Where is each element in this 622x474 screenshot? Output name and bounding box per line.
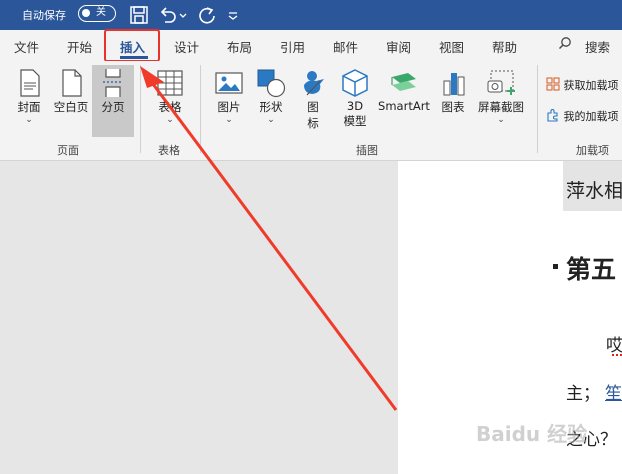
chevron-down-icon: ⌄ [25, 115, 33, 125]
spelling-squiggle [612, 352, 622, 356]
illustrations-group-label: 插图 [356, 144, 378, 157]
undo-icon[interactable] [157, 4, 179, 26]
tab-home[interactable]: 开始 [67, 37, 92, 56]
smartart-label: SmartArt [378, 99, 430, 113]
addins-group-label: 加载项 [576, 144, 609, 157]
tab-references[interactable]: 引用 [280, 37, 305, 56]
cover-page-label: 封面 [17, 100, 41, 114]
icons-icon [298, 67, 330, 99]
pictures-label: 图片 [217, 100, 241, 114]
tab-help[interactable]: 帮助 [492, 37, 517, 56]
get-addins-button[interactable]: 获取加载项 [546, 77, 619, 93]
icons-button[interactable]: 图 标 [298, 67, 328, 131]
heading-bullet-mark [553, 264, 558, 269]
chart-label: 图表 [441, 100, 465, 114]
ribbon-insert: 封面 ⌄ 空白页 分页 页面 表格 ⌄ 表格 图片 ⌄ 形状 ⌄ 图 标 3D … [0, 61, 622, 161]
icons-label-line2: 标 [307, 116, 319, 130]
shapes-icon [255, 67, 287, 99]
page-break-label: 分页 [101, 100, 125, 114]
toggle-state: 关 [96, 7, 106, 18]
page-break-icon [97, 67, 129, 99]
autosave-label: 自动保存 [22, 9, 66, 22]
doc-line-3: 主； [566, 384, 600, 404]
tab-view[interactable]: 视图 [439, 37, 464, 56]
autosave-toggle[interactable]: 关 [78, 5, 116, 22]
screenshot-button[interactable]: 屏幕截图 ⌄ [472, 67, 530, 125]
tab-layout[interactable]: 布局 [227, 37, 252, 56]
chevron-down-icon: ⌄ [497, 115, 505, 125]
store-icon [546, 77, 560, 91]
page-break-button[interactable]: 分页 [92, 67, 134, 115]
toggle-knob [82, 9, 90, 17]
shapes-label: 形状 [259, 100, 283, 114]
chevron-down-icon: ⌄ [267, 115, 275, 125]
baidu-watermark: Baidu 经验 [476, 422, 588, 446]
puzzle-icon [547, 109, 558, 122]
smartart-button[interactable]: SmartArt [376, 67, 432, 113]
get-addins-label: 获取加载项 [563, 79, 619, 92]
search-label[interactable]: 搜索 [585, 37, 610, 56]
doc-line-1: 萍水相 [566, 180, 622, 202]
chart-button[interactable]: 图表 [438, 67, 468, 115]
blank-page-button[interactable]: 空白页 [50, 67, 92, 115]
group-divider [200, 65, 201, 153]
tab-design[interactable]: 设计 [174, 37, 199, 56]
cover-page-icon [13, 67, 45, 99]
table-button[interactable]: 表格 ⌄ [151, 67, 189, 125]
save-icon[interactable] [128, 4, 150, 26]
cover-page-button[interactable]: 封面 ⌄ [10, 67, 48, 125]
table-label: 表格 [158, 100, 182, 114]
group-divider [537, 65, 538, 153]
blank-page-icon [55, 67, 87, 99]
my-addins-label: 我的加载项 [563, 110, 619, 123]
3d-models-label-line2: 模型 [343, 114, 367, 128]
group-divider [140, 65, 141, 153]
pictures-button[interactable]: 图片 ⌄ [212, 67, 246, 125]
chevron-down-icon: ⌄ [225, 115, 233, 125]
smartart-icon [388, 67, 420, 99]
bar-chart-icon [438, 67, 470, 99]
3d-models-label-line1: 3D [346, 99, 364, 113]
tab-file[interactable]: 文件 [14, 37, 39, 56]
screenshot-label: 屏幕截图 [478, 100, 524, 114]
title-bar: 自动保存 关 [0, 0, 622, 30]
tab-mailings[interactable]: 邮件 [333, 37, 358, 56]
icons-label-line1: 图 [307, 100, 319, 114]
my-addins-button[interactable]: 我的加载项 [546, 108, 619, 124]
insert-tab-highlight-box [104, 29, 160, 62]
shapes-button[interactable]: 形状 ⌄ [254, 67, 288, 125]
3d-models-button[interactable]: 3D 模型 [338, 67, 372, 129]
tab-review[interactable]: 审阅 [386, 37, 411, 56]
screenshot-icon [485, 67, 517, 99]
customize-toolbar-icon[interactable] [226, 4, 248, 26]
tables-group-label: 表格 [158, 144, 180, 157]
doc-heading: 第五 [566, 255, 617, 284]
doc-line-3-link: 笙 [605, 384, 622, 404]
pages-group-label: 页面 [57, 144, 79, 157]
search-icon[interactable] [558, 36, 572, 53]
ribbon-tabs: 文件 开始 插入 设计 布局 引用 邮件 审阅 视图 帮助 搜索 [0, 30, 622, 61]
chevron-down-icon: ⌄ [166, 115, 174, 125]
blank-page-label: 空白页 [53, 100, 89, 114]
picture-icon [213, 67, 245, 99]
table-icon [154, 67, 186, 99]
3d-cube-icon [339, 67, 371, 99]
redo-icon[interactable] [196, 4, 218, 26]
